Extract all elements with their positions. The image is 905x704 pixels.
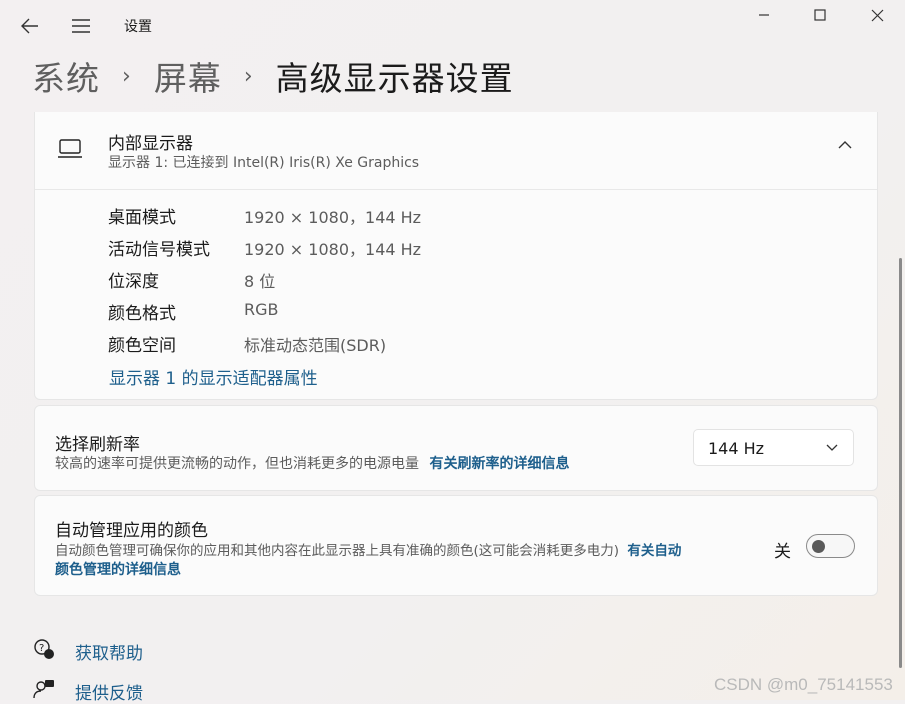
auto-color-description: 自动颜色管理可确保你的应用和其他内容在此显示器上具有准确的颜色(这可能会消耗更多…	[55, 543, 620, 559]
active-signal-mode-value: 1920 × 1080，144 Hz	[244, 240, 422, 259]
window-title: 设置	[124, 19, 152, 35]
refresh-rate-title: 选择刷新率	[55, 435, 140, 455]
auto-color-info-link-part1[interactable]: 有关自动	[627, 543, 681, 559]
title-bar: 设置	[0, 0, 905, 48]
active-signal-mode-label: 活动信号模式	[108, 240, 210, 260]
toggle-state-label: 关	[774, 542, 791, 562]
refresh-rate-description: 较高的速率可提供更流畅的动作，但也消耗更多的电源电量	[55, 456, 419, 472]
close-button[interactable]	[857, 0, 897, 30]
refresh-rate-info-link[interactable]: 有关刷新率的详细信息	[429, 456, 569, 472]
minimize-button[interactable]	[744, 0, 784, 30]
internal-display-header[interactable]: 内部显示器 显示器 1: 已连接到 Intel(R) Iris(R) Xe Gr…	[35, 112, 877, 190]
refresh-rate-card: 选择刷新率 较高的速率可提供更流畅的动作，但也消耗更多的电源电量 有关刷新率的详…	[34, 405, 878, 491]
breadcrumb-item-display[interactable]: 屏幕	[154, 52, 222, 100]
desktop-mode-label: 桌面模式	[108, 208, 176, 228]
desktop-mode-value: 1920 × 1080，144 Hz	[244, 208, 422, 227]
scrollbar-thumb[interactable]	[899, 258, 902, 668]
auto-color-card: 自动管理应用的颜色 自动颜色管理可确保你的应用和其他内容在此显示器上具有准确的颜…	[34, 495, 878, 596]
toggle-knob	[812, 540, 825, 553]
color-format-label: 颜色格式	[108, 304, 176, 324]
help-icon: ?	[34, 639, 54, 659]
refresh-rate-dropdown[interactable]: 144 Hz	[693, 429, 854, 466]
auto-color-toggle[interactable]	[806, 534, 855, 558]
color-space-value: 标准动态范围(SDR)	[244, 336, 387, 355]
internal-display-subtitle: 显示器 1: 已连接到 Intel(R) Iris(R) Xe Graphics	[108, 155, 420, 171]
minimize-icon	[759, 14, 769, 16]
color-format-value: RGB	[244, 300, 279, 319]
chevron-right-icon: ›	[122, 63, 132, 89]
laptop-icon	[58, 139, 82, 158]
chevron-down-icon	[826, 444, 838, 451]
maximize-button[interactable]	[800, 0, 840, 30]
page-title: 高级显示器设置	[275, 59, 514, 98]
display-adapter-properties-link[interactable]: 显示器 1 的显示适配器属性	[109, 364, 318, 389]
auto-color-description-line1: 自动颜色管理可确保你的应用和其他内容在此显示器上具有准确的颜色(这可能会消耗更多…	[55, 539, 681, 559]
get-help-link[interactable]: 获取帮助	[75, 639, 143, 664]
bit-depth-value: 8 位	[244, 272, 276, 291]
auto-color-info-link-part2[interactable]: 颜色管理的详细信息	[55, 559, 181, 579]
menu-button[interactable]	[65, 10, 97, 42]
breadcrumb: 系统 › 屏幕 › 高级显示器设置	[32, 52, 514, 100]
svg-text:?: ?	[39, 643, 44, 654]
bit-depth-label: 位深度	[108, 272, 159, 292]
color-space-label: 颜色空间	[108, 336, 176, 356]
close-icon	[871, 9, 883, 21]
chevron-up-icon[interactable]	[838, 140, 852, 150]
chevron-right-icon: ›	[243, 63, 254, 89]
refresh-rate-selected: 144 Hz	[708, 439, 765, 458]
hamburger-icon	[72, 19, 90, 33]
internal-display-title: 内部显示器	[108, 134, 193, 154]
maximize-icon	[814, 9, 826, 21]
watermark: CSDN @m0_75141553	[714, 675, 893, 694]
refresh-rate-description-line: 较高的速率可提供更流畅的动作，但也消耗更多的电源电量 有关刷新率的详细信息	[55, 453, 569, 473]
auto-color-title: 自动管理应用的颜色	[55, 521, 208, 541]
back-arrow-icon	[21, 18, 38, 34]
give-feedback-link[interactable]: 提供反馈	[75, 679, 143, 704]
internal-display-card: 内部显示器 显示器 1: 已连接到 Intel(R) Iris(R) Xe Gr…	[34, 112, 878, 400]
back-button[interactable]	[14, 10, 46, 42]
breadcrumb-item-system[interactable]: 系统	[32, 52, 100, 100]
feedback-icon	[33, 680, 54, 699]
